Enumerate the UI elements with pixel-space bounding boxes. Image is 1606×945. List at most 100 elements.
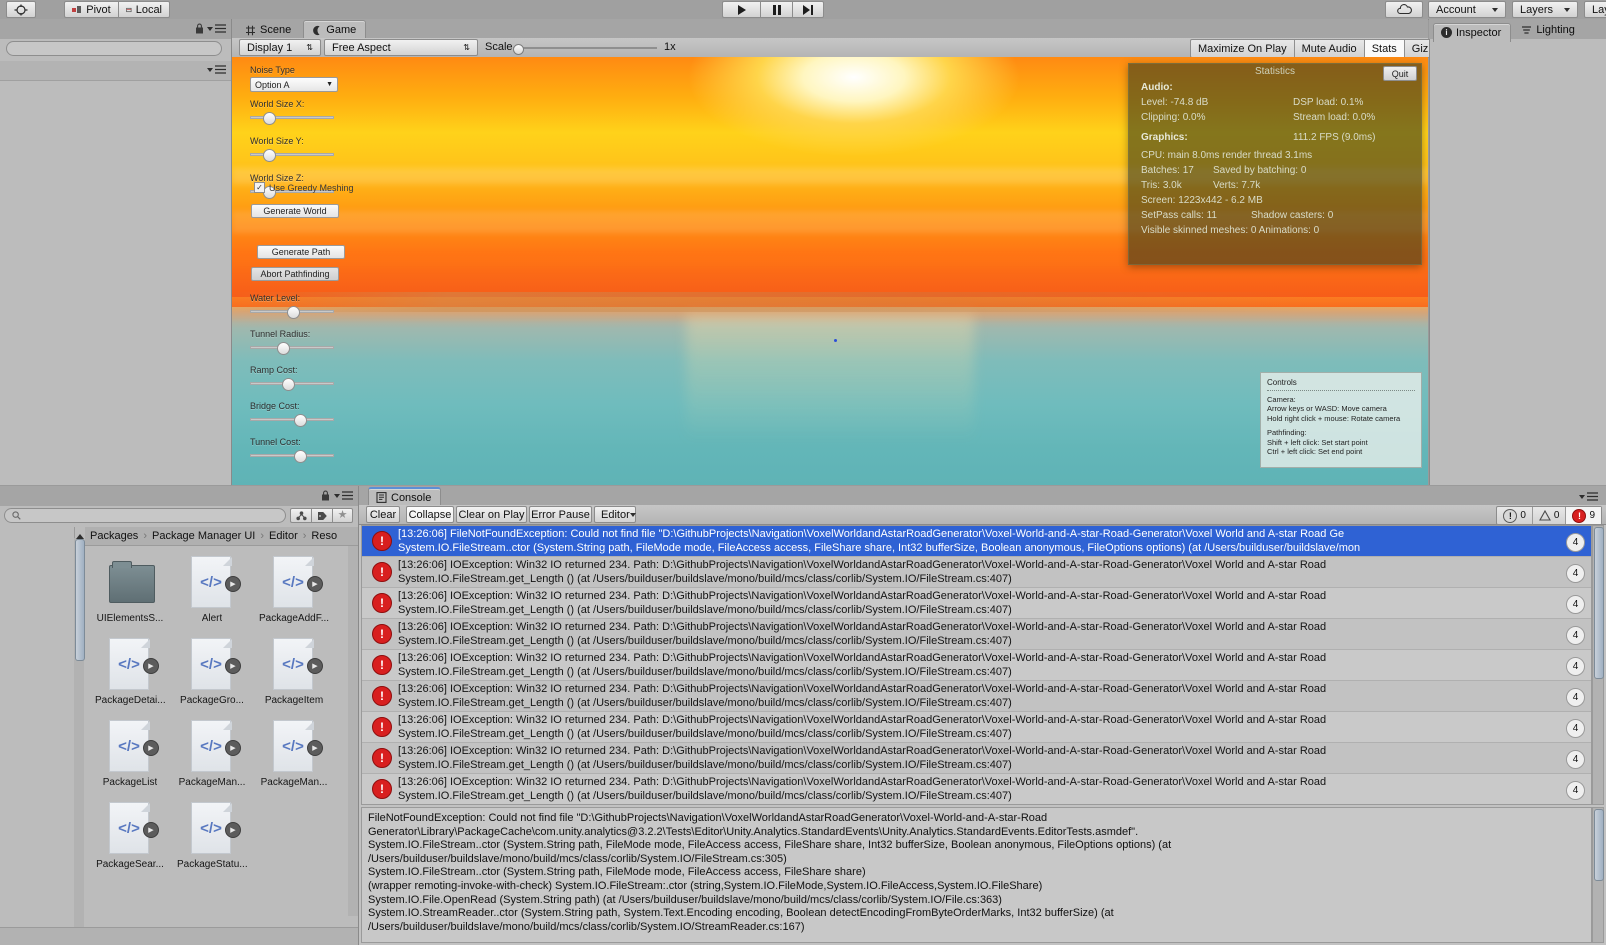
slider-handle[interactable] <box>277 342 290 355</box>
ingame-slider-control[interactable] <box>250 111 334 125</box>
layout-button[interactable]: Layout <box>1584 1 1606 18</box>
noise-type-dropdown[interactable]: Option A ▼ <box>250 77 338 92</box>
tab-lighting[interactable]: Lighting <box>1514 20 1584 39</box>
slider-handle[interactable] <box>294 450 307 463</box>
slider-handle[interactable] <box>263 149 276 162</box>
asset-item[interactable]: </> ▶ PackageMan... <box>260 720 328 788</box>
console-log-row[interactable]: ! [13:26:06] FileNotFoundException: Could… <box>362 526 1591 557</box>
tab-inspector[interactable]: i Inspector <box>1433 22 1512 42</box>
step-button[interactable] <box>792 1 824 18</box>
cloud-button[interactable] <box>1385 1 1423 18</box>
console-counters[interactable]: ! 0 0 ! 9 <box>1496 506 1602 525</box>
project-tree-scroll-thumb[interactable] <box>75 539 85 661</box>
clear-button[interactable]: Clear <box>366 506 400 523</box>
ingame-slider-control[interactable] <box>250 377 334 391</box>
asset-item[interactable]: </> ▶ PackageItem <box>260 638 328 706</box>
editor-dropdown[interactable]: Editor <box>594 506 636 523</box>
play-button[interactable] <box>722 1 760 18</box>
console-log-row[interactable]: ! [13:26:06] IOException: Win32 IO return… <box>362 743 1591 774</box>
checkbox-box[interactable]: ✓ <box>254 182 265 193</box>
asset-item[interactable]: </> ▶ PackageMan... <box>178 720 246 788</box>
quit-button[interactable]: Quit <box>1383 66 1417 81</box>
asset-item[interactable]: </> ▶ PackageSear... <box>96 802 164 870</box>
tab-game[interactable]: Game <box>303 20 367 39</box>
scale-slider[interactable] <box>513 44 657 55</box>
filter-by-label-button[interactable] <box>311 508 332 523</box>
tab-scene[interactable]: Scene <box>238 21 300 40</box>
warning-count[interactable]: 0 <box>1533 507 1567 524</box>
transform-tools-group[interactable] <box>6 1 36 19</box>
hierarchy-lock-icon[interactable] <box>195 23 204 37</box>
project-search-input[interactable] <box>4 508 286 523</box>
clear-on-play-button[interactable]: Clear on Play <box>456 506 527 523</box>
breadcrumb[interactable]: Packages › Package Manager UI › Editor › Reso <box>90 530 337 542</box>
error-count[interactable]: ! 9 <box>1566 507 1601 524</box>
slider-handle[interactable] <box>294 414 307 427</box>
console-log-row[interactable]: ! [13:26:06] IOException: Win32 IO return… <box>362 588 1591 619</box>
project-grid-scrollbar[interactable] <box>348 546 358 916</box>
console-list-scrollbar[interactable] <box>1592 525 1604 805</box>
project-menu-icon[interactable] <box>334 491 353 500</box>
use-greedy-meshing-checkbox[interactable]: ✓ Use Greedy Meshing <box>254 182 354 193</box>
project-tree-collapse-arrow[interactable] <box>74 530 86 542</box>
console-menu-icon[interactable] <box>1579 492 1598 501</box>
generate-world-button[interactable]: Generate World <box>251 204 339 218</box>
pivot-button[interactable]: Pivot <box>64 1 118 18</box>
asset-grid[interactable]: UIElementsS... </> ▶ Alert </> ▶ PackageAddF..… <box>86 548 348 918</box>
display-dropdown[interactable]: Display 1 ⇅ <box>239 39 321 56</box>
console-log-row[interactable]: ! [13:26:06] IOException: Win32 IO return… <box>362 650 1591 681</box>
account-button[interactable]: Account <box>1428 1 1506 18</box>
filter-by-type-button[interactable] <box>290 508 311 523</box>
pivot-center-icon[interactable] <box>6 1 36 18</box>
asset-item[interactable]: </> ▶ PackageAddF... <box>259 556 329 624</box>
project-lock-icon[interactable] <box>321 490 330 504</box>
project-filter-group[interactable]: ★ <box>290 508 353 523</box>
info-count[interactable]: ! 0 <box>1497 507 1533 524</box>
aspect-dropdown[interactable]: Free Aspect ⇅ <box>324 39 478 56</box>
asset-item[interactable]: </> ▶ PackageList <box>96 720 164 788</box>
collapse-button[interactable]: Collapse <box>406 506 454 523</box>
generate-path-button[interactable]: Generate Path <box>257 245 345 259</box>
mute-audio-button[interactable]: Mute Audio <box>1295 40 1365 57</box>
console-list-scroll-thumb[interactable] <box>1594 527 1604 679</box>
console-log-row[interactable]: ! [13:26:06] IOException: Win32 IO return… <box>362 619 1591 650</box>
console-log-row[interactable]: ! [13:26:06] IOException: Win32 IO return… <box>362 774 1591 804</box>
game-view-render[interactable]: Noise Type Option A ▼ World Size X: World… <box>232 57 1428 485</box>
slider-handle[interactable] <box>263 112 276 125</box>
console-detail-pane[interactable]: FileNotFoundException: Could not find fi… <box>361 807 1592 943</box>
hierarchy-menu-icon-2[interactable] <box>207 65 226 74</box>
console-detail-scroll-thumb[interactable] <box>1594 809 1604 881</box>
abort-pathfinding-button[interactable]: Abort Pathfinding <box>251 267 339 281</box>
console-log-list[interactable]: ! [13:26:06] FileNotFoundException: Could… <box>361 525 1592 805</box>
breadcrumb-item[interactable]: Editor <box>269 530 298 542</box>
console-detail-scrollbar[interactable] <box>1592 807 1604 943</box>
favorite-button[interactable]: ★ <box>332 508 353 523</box>
project-tree-scrollbar[interactable] <box>74 538 85 928</box>
hierarchy-menu-icon[interactable] <box>207 24 226 33</box>
ingame-slider-control[interactable] <box>250 148 334 162</box>
slider-handle[interactable] <box>287 306 300 319</box>
layers-button[interactable]: Layers <box>1512 1 1578 18</box>
tab-console[interactable]: Console <box>368 487 442 506</box>
ingame-slider-control[interactable] <box>250 305 334 319</box>
console-log-row[interactable]: ! [13:26:06] IOException: Win32 IO return… <box>362 712 1591 743</box>
local-button[interactable]: Local <box>118 1 170 18</box>
slider-handle[interactable] <box>282 378 295 391</box>
console-log-row[interactable]: ! [13:26:06] IOException: Win32 IO return… <box>362 557 1591 588</box>
playback-controls[interactable] <box>722 1 824 18</box>
pivot-toggle-group[interactable]: Pivot Local <box>64 1 170 18</box>
asset-item[interactable]: UIElementsS... <box>96 556 164 624</box>
scale-slider-handle[interactable] <box>513 44 524 55</box>
pause-button[interactable] <box>760 1 792 18</box>
ingame-slider-control[interactable] <box>250 413 334 427</box>
ingame-slider-control[interactable] <box>250 341 334 355</box>
ingame-slider-control[interactable] <box>250 449 334 463</box>
asset-item[interactable]: </> ▶ Alert <box>178 556 246 624</box>
maximize-on-play-button[interactable]: Maximize On Play <box>1191 40 1295 57</box>
breadcrumb-item[interactable]: Packages <box>90 530 138 542</box>
breadcrumb-item[interactable]: Reso <box>311 530 337 542</box>
error-pause-button[interactable]: Error Pause <box>529 506 592 523</box>
asset-item[interactable]: </> ▶ PackageStatu... <box>177 802 247 870</box>
hierarchy-search-input[interactable] <box>6 41 222 56</box>
asset-item[interactable]: </> ▶ PackageGro... <box>178 638 246 706</box>
